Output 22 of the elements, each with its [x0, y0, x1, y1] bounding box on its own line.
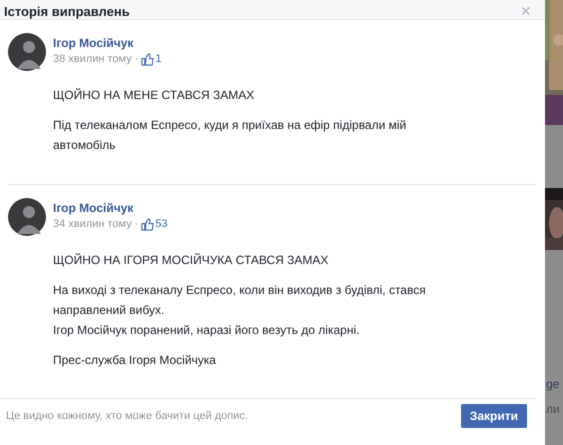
avatar-icon[interactable]	[8, 33, 46, 71]
author-link[interactable]: Ігор Мосійчук	[53, 35, 162, 51]
avatar-icon[interactable]	[8, 198, 46, 236]
timestamp[interactable]: 34 хвилин тому	[53, 216, 132, 232]
like-count[interactable]: 1	[155, 51, 162, 67]
post-paragraph: Під телеканалом Еспресо, куди я приїхав на ефір підірвали мій автомобіль	[53, 117, 408, 154]
like-count[interactable]: 53	[155, 216, 168, 232]
background-text: ли	[546, 402, 560, 416]
author-link[interactable]: Ігор Мосійчук	[53, 200, 168, 216]
visibility-note: Це видно кожному, хто може бачити цей допис.	[6, 410, 248, 422]
post-paragraph: ЩОЙНО НА ІГОРЯ МОСІЙЧУКА СТАВСЯ ЗАМАХ	[53, 252, 330, 269]
timestamp[interactable]: 38 хвилин тому	[53, 51, 132, 67]
close-dialog-button[interactable]: Закрити	[460, 404, 527, 428]
dialog-title: Історія виправлень	[4, 4, 130, 19]
background-text: ge	[546, 377, 560, 391]
post-paragraph: ЩОЙНО НА МЕНЕ СТАВСЯ ЗАМАХ	[53, 87, 256, 104]
separator-dot: ·	[134, 217, 138, 232]
separator-dot: ·	[134, 52, 138, 67]
thumbs-up-icon	[141, 52, 154, 66]
post-paragraph: На виході з телеканалу Еспресо, коли він виходив з будівлі, стався направлений вибух. Ігор Мосійчук поранений, наразі його везуть до лікарні.	[53, 282, 427, 339]
thumbs-up-icon	[141, 218, 154, 230]
post-paragraph: Прес-служба Ігоря Мосійчука	[53, 352, 217, 369]
